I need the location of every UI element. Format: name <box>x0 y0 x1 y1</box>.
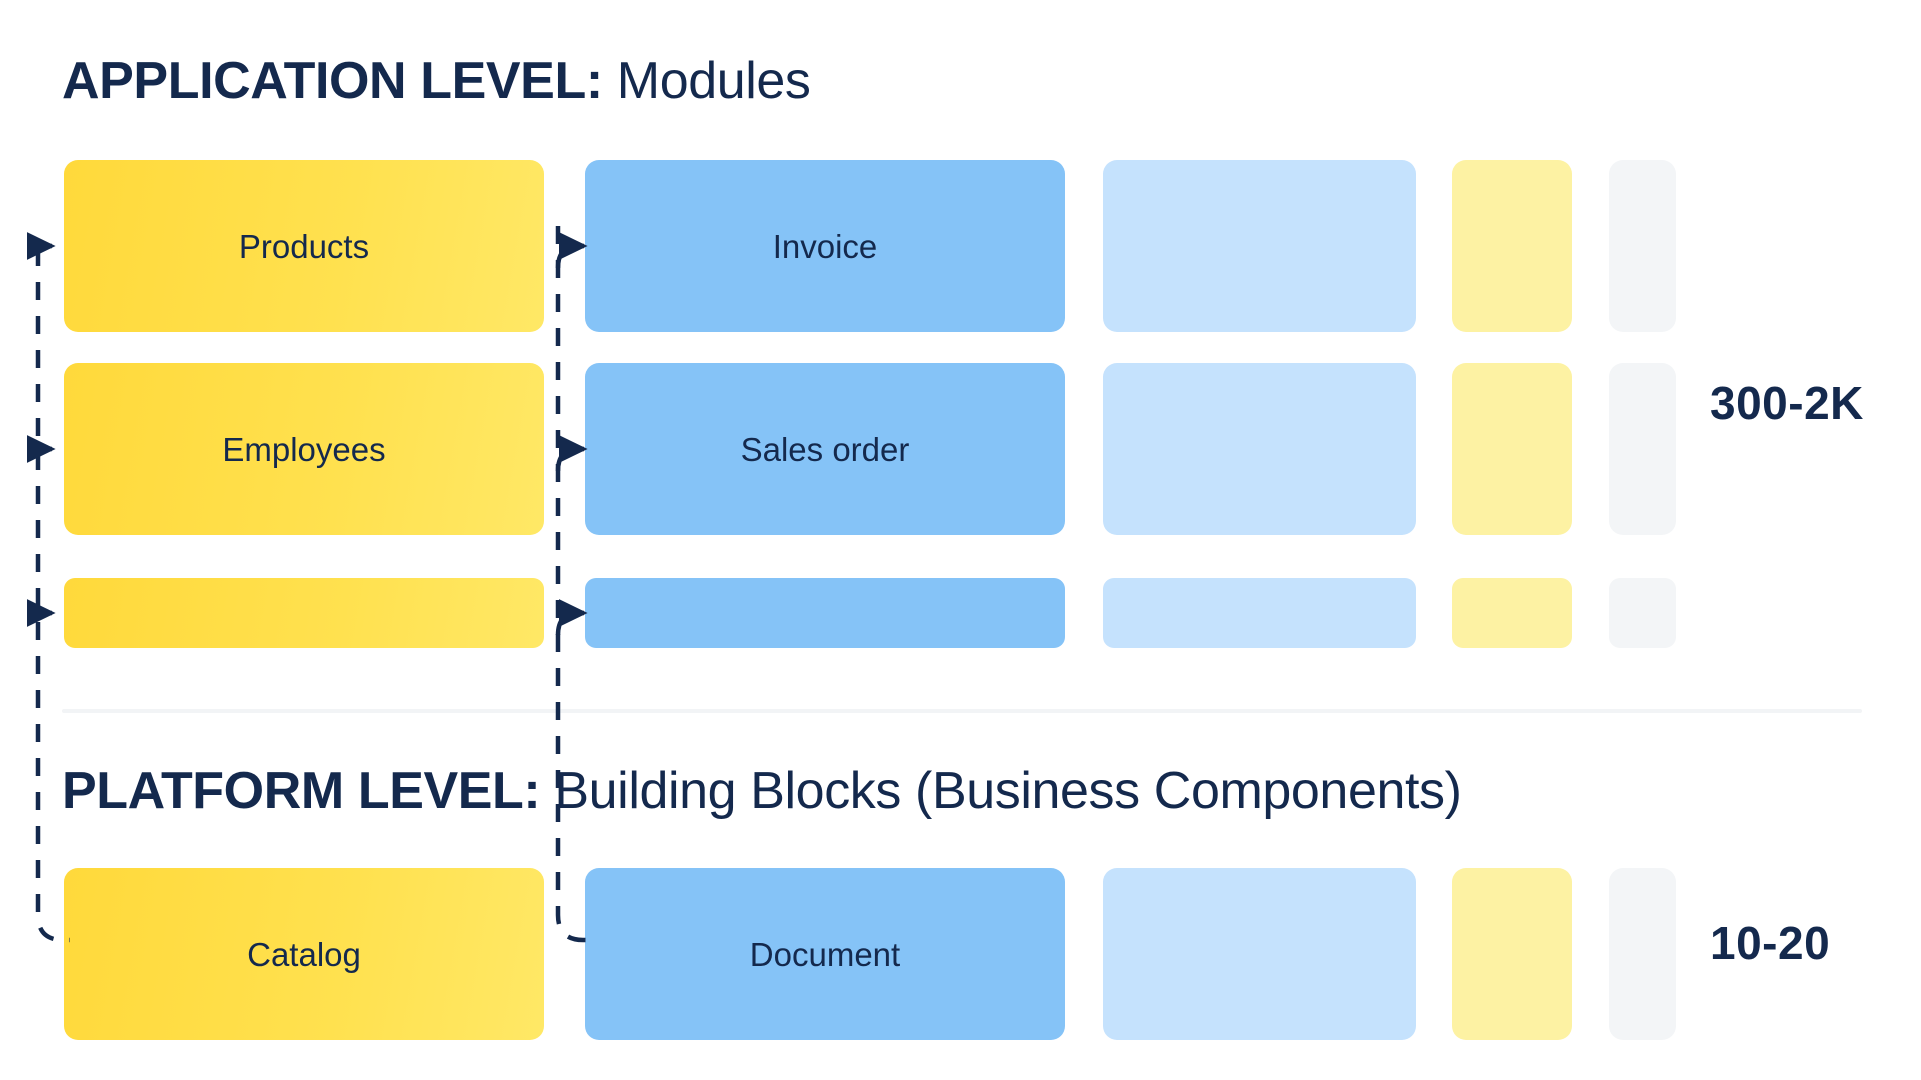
card-placeholder-r1c4[interactable] <box>1452 160 1572 332</box>
card-placeholder-r2c5[interactable] <box>1609 363 1676 535</box>
card-catalog[interactable]: Catalog <box>64 868 544 1040</box>
platform-level-heading-light: Building Blocks (Business Components) <box>540 762 1462 820</box>
card-document-label: Document <box>749 935 901 973</box>
card-sales-order-label: Sales order <box>740 430 910 468</box>
card-catalog-label: Catalog <box>247 935 361 973</box>
platform-level-count: 10-20 <box>1710 917 1831 969</box>
application-level-heading-light: Modules <box>602 52 811 110</box>
application-level-heading: APPLICATION LEVEL: Modules <box>62 55 811 107</box>
platform-level-heading: PLATFORM LEVEL: Building Blocks (Busines… <box>62 765 1462 817</box>
card-placeholder-r3c2[interactable] <box>585 578 1065 648</box>
card-invoice[interactable]: Invoice <box>585 160 1065 332</box>
card-placeholder-r4c5[interactable] <box>1609 868 1676 1040</box>
card-placeholder-r4c4[interactable] <box>1452 868 1572 1040</box>
card-placeholder-r3c3[interactable] <box>1103 578 1416 648</box>
application-level-count: 300-2K <box>1710 377 1864 429</box>
card-placeholder-r3c5[interactable] <box>1609 578 1676 648</box>
card-document[interactable]: Document <box>585 868 1065 1040</box>
card-placeholder-r3c1[interactable] <box>64 578 544 648</box>
card-placeholder-r3c4[interactable] <box>1452 578 1572 648</box>
card-placeholder-r4c3[interactable] <box>1103 868 1416 1040</box>
diagram-canvas: APPLICATION LEVEL: Modules Products Invo… <box>0 0 1921 1080</box>
card-placeholder-r1c5[interactable] <box>1609 160 1676 332</box>
card-sales-order[interactable]: Sales order <box>585 363 1065 535</box>
platform-level-heading-strong: PLATFORM LEVEL: <box>62 762 541 820</box>
card-products-label: Products <box>238 227 370 265</box>
card-employees[interactable]: Employees <box>64 363 544 535</box>
card-placeholder-r2c4[interactable] <box>1452 363 1572 535</box>
section-divider <box>62 709 1862 713</box>
application-level-heading-strong: APPLICATION LEVEL: <box>62 52 603 110</box>
card-placeholder-r2c3[interactable] <box>1103 363 1416 535</box>
card-invoice-label: Invoice <box>772 227 878 265</box>
card-placeholder-r1c3[interactable] <box>1103 160 1416 332</box>
card-products[interactable]: Products <box>64 160 544 332</box>
card-employees-label: Employees <box>222 430 386 468</box>
